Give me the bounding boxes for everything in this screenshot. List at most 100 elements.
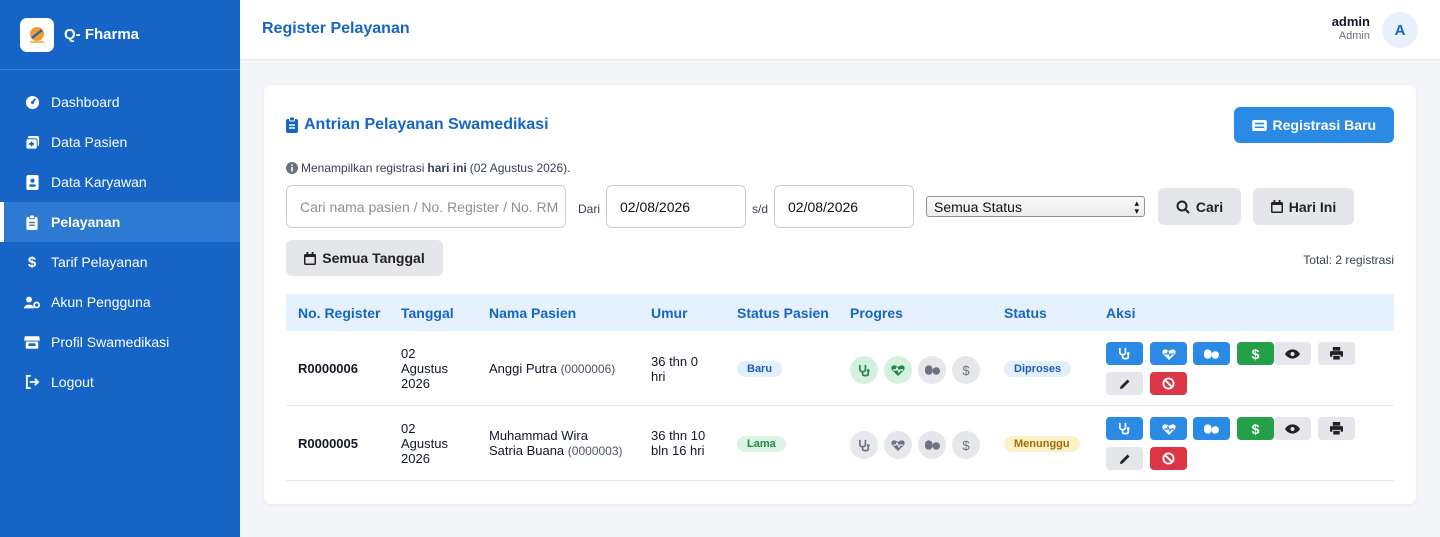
col-date: Tanggal xyxy=(401,305,454,321)
registration-date: 02 Agustus 2026 xyxy=(401,421,448,466)
sidebar-item-label: Logout xyxy=(51,374,94,390)
col-actions: Aksi xyxy=(1106,305,1136,321)
card-title: Antrian Pelayanan Swamedikasi xyxy=(286,116,549,134)
store-icon xyxy=(24,334,40,350)
clipboard-icon xyxy=(24,214,40,230)
print-icon xyxy=(1330,422,1343,435)
info-bold: hari ini xyxy=(427,161,467,175)
card-title-text: Antrian Pelayanan Swamedikasi xyxy=(304,116,549,133)
sidebar-item-akun-pengguna[interactable]: Akun Pengguna xyxy=(0,282,240,322)
new-registration-label: Registrasi Baru xyxy=(1272,117,1376,133)
patient-data-icon xyxy=(24,134,40,150)
sidebar-item-data-pasien[interactable]: Data Pasien xyxy=(0,122,240,162)
sidebar-item-tarif-pelayanan[interactable]: $ Tarif Pelayanan xyxy=(0,242,240,282)
status-select[interactable]: Semua Status ▴ ▾ xyxy=(926,196,1145,217)
age-line: bln 16 hri xyxy=(651,443,705,458)
pills-icon xyxy=(1204,348,1219,359)
sidebar-item-label: Data Pasien xyxy=(51,134,128,150)
age-line: 36 thn 0 xyxy=(651,354,698,369)
view-button[interactable] xyxy=(1274,417,1311,440)
progress-medicine xyxy=(918,356,946,384)
employee-id-icon xyxy=(24,174,40,190)
registration-table: No. Register Tanggal Nama Pasien Umur St… xyxy=(286,294,1394,481)
status-select-value: Semua Status xyxy=(934,198,1022,215)
top-bar: Register Pelayanan admin Admin A xyxy=(240,0,1440,60)
patient-status-badge: Lama xyxy=(737,436,786,452)
sidebar-item-label: Akun Pengguna xyxy=(51,294,151,310)
sidebar-nav: Dashboard Data Pasien Data Karyawan Pela… xyxy=(0,70,240,402)
medical-record-number: (0000006) xyxy=(560,362,616,376)
edit-button[interactable] xyxy=(1106,372,1143,395)
date-line: 02 xyxy=(401,346,416,361)
status-badge: Diproses xyxy=(1004,361,1072,377)
payment-button[interactable]: $ xyxy=(1237,342,1274,365)
pills-icon xyxy=(1204,423,1219,434)
view-button[interactable] xyxy=(1274,342,1311,365)
sidebar-item-data-karyawan[interactable]: Data Karyawan xyxy=(0,162,240,202)
status-cell: Diproses xyxy=(1004,360,1072,377)
brand: Q- Fharma xyxy=(0,0,240,70)
col-register: No. Register xyxy=(298,305,381,321)
progress-consult xyxy=(850,356,878,384)
consult-button[interactable] xyxy=(1106,342,1143,365)
progress-consult xyxy=(850,431,878,459)
dollar-icon: $ xyxy=(1251,420,1260,437)
stethoscope-icon xyxy=(1119,347,1130,360)
vitals-button[interactable] xyxy=(1150,342,1187,365)
consult-button[interactable] xyxy=(1106,417,1143,440)
all-dates-button-label: Semua Tanggal xyxy=(322,250,425,266)
edit-button[interactable] xyxy=(1106,447,1143,470)
from-date-input[interactable]: 02/08/2026 xyxy=(606,185,746,228)
table-row: R0000005 02 Agustus 2026 Muhammad Wira S… xyxy=(286,406,1394,481)
status-cell: Menunggu xyxy=(1004,435,1080,452)
col-patient-status: Status Pasien xyxy=(737,305,829,321)
table-header: No. Register Tanggal Nama Pasien Umur St… xyxy=(286,294,1394,331)
col-progress: Progres xyxy=(850,305,903,321)
avatar[interactable]: A xyxy=(1382,12,1418,48)
registration-date: 02 Agustus 2026 xyxy=(401,346,448,391)
to-date-input[interactable]: 02/08/2026 xyxy=(774,185,914,228)
all-dates-button[interactable]: Semua Tanggal xyxy=(286,240,443,276)
medicine-button[interactable] xyxy=(1193,342,1230,365)
sidebar-item-pelayanan[interactable]: Pelayanan xyxy=(0,202,240,242)
age-line: 36 thn 10 xyxy=(651,428,706,443)
cancel-button[interactable] xyxy=(1150,372,1187,395)
sidebar-item-profil-swamedikasi[interactable]: Profil Swamedikasi xyxy=(0,322,240,362)
vitals-button[interactable] xyxy=(1150,417,1187,440)
total-count: Total: 2 registrasi xyxy=(1303,253,1394,267)
sidebar-item-label: Data Karyawan xyxy=(51,174,147,190)
dollar-icon: $ xyxy=(27,253,37,271)
patient-status-cell: Baru xyxy=(737,360,783,377)
today-button[interactable]: Hari Ini xyxy=(1253,188,1354,225)
search-input[interactable]: Cari nama pasien / No. Register / No. RM xyxy=(286,185,566,228)
date-line: Agustus xyxy=(401,436,448,451)
print-button[interactable] xyxy=(1318,417,1355,440)
sidebar-item-label: Dashboard xyxy=(51,94,120,110)
cancel-button[interactable] xyxy=(1150,447,1187,470)
sidebar-item-logout[interactable]: Logout xyxy=(0,362,240,402)
patient-name-text: Muhammad Wira xyxy=(489,428,588,443)
payment-button[interactable]: $ xyxy=(1237,417,1274,440)
user-role: Admin xyxy=(1338,30,1370,42)
print-button[interactable] xyxy=(1318,342,1355,365)
stethoscope-icon xyxy=(1119,422,1130,435)
logout-icon xyxy=(24,374,40,390)
heart-pulse-icon xyxy=(1161,423,1176,435)
sidebar: Q- Fharma Dashboard Data Pasien Data Kar… xyxy=(0,0,240,537)
pencil-icon xyxy=(1119,379,1129,389)
col-patient-name: Nama Pasien xyxy=(489,305,577,321)
date-line: 02 xyxy=(401,421,416,436)
dashboard-icon xyxy=(24,94,40,110)
new-registration-button[interactable]: Registrasi Baru xyxy=(1233,107,1394,143)
sidebar-item-dashboard[interactable]: Dashboard xyxy=(0,82,240,122)
status-badge: Menunggu xyxy=(1004,436,1080,452)
search-button[interactable]: Cari xyxy=(1158,188,1241,225)
search-button-label: Cari xyxy=(1195,198,1224,215)
page-title: Register Pelayanan xyxy=(262,20,410,37)
medicine-button[interactable] xyxy=(1193,417,1230,440)
clipboard-list-icon xyxy=(286,117,298,133)
col-age: Umur xyxy=(651,305,688,321)
pencil-icon xyxy=(1119,454,1129,464)
dollar-icon: $ xyxy=(962,437,970,453)
sidebar-item-label: Pelayanan xyxy=(51,214,121,230)
